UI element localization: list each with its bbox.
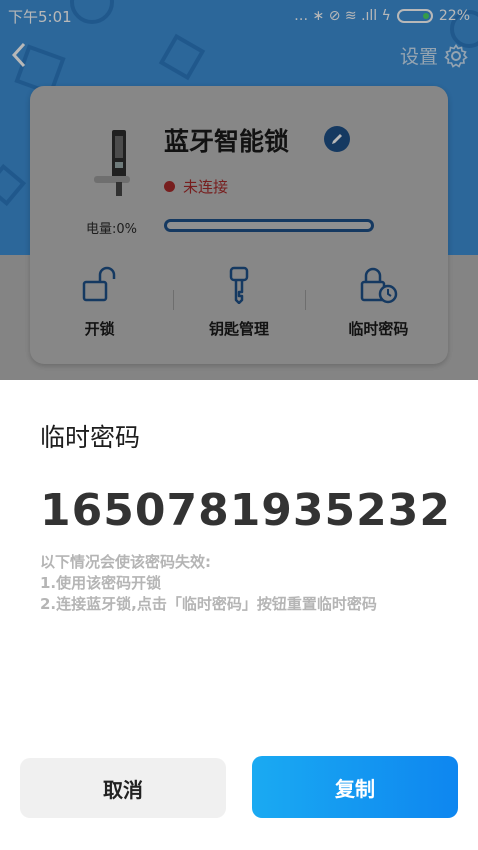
notice-line: 以下情况会使该密码失效:: [40, 553, 211, 571]
notice-line: 1.使用该密码开锁: [40, 574, 162, 592]
notice-line: 2.连接蓝牙锁,点击「临时密码」按钮重置临时密码: [40, 595, 377, 613]
copy-button[interactable]: 复制: [252, 756, 458, 818]
cancel-button[interactable]: 取消: [20, 758, 226, 818]
modal-overlay[interactable]: [0, 0, 478, 380]
temp-password-sheet: 临时密码 1650781935232 以下情况会使该密码失效: 1.使用该密码开…: [0, 380, 478, 850]
temp-password-code: 1650781935232: [40, 485, 451, 536]
invalidation-notice: 以下情况会使该密码失效: 1.使用该密码开锁 2.连接蓝牙锁,点击「临时密码」按…: [40, 552, 377, 615]
sheet-title: 临时密码: [40, 423, 141, 452]
